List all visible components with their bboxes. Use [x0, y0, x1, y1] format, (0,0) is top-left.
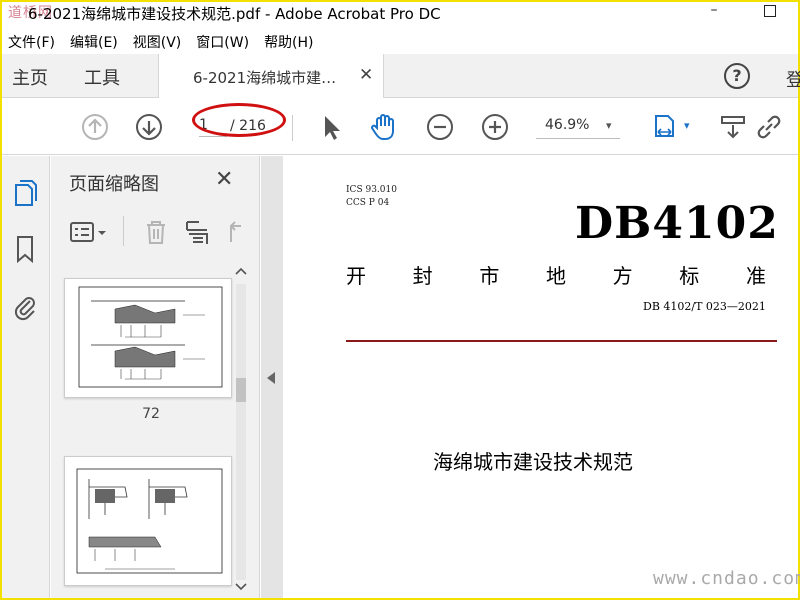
link-icon[interactable]	[754, 112, 784, 142]
document-page: ICS 93.010 CCS P 04 DB4102 开 封 市 地 方 标 准…	[283, 156, 800, 598]
hand-tool-icon[interactable]	[369, 112, 399, 142]
ccs-code: CCS P 04	[346, 198, 390, 208]
help-icon[interactable]: ?	[724, 63, 750, 89]
title-bar: 道桥网 6-2021海绵城市建设技术规范.pdf - Adobe Acrobat…	[2, 2, 798, 23]
thumbnail-page-label: 72	[142, 406, 160, 422]
left-rail	[2, 156, 50, 598]
previous-page-icon[interactable]	[80, 112, 110, 142]
menu-file[interactable]: 文件(F)	[2, 30, 64, 52]
ics-code: ICS 93.010	[346, 185, 397, 195]
extract-page-icon[interactable]	[183, 218, 211, 250]
panel-close-icon[interactable]: ✕	[215, 167, 233, 192]
tab-document-label: 6-2021海绵城市建…	[193, 69, 337, 87]
login-button[interactable]: 登	[786, 66, 800, 92]
minimize-button[interactable]: –	[692, 2, 736, 22]
maximize-icon	[764, 5, 776, 17]
thumbnail-scrollbar[interactable]	[232, 266, 252, 598]
standard-type: 开 封 市 地 方 标 准	[346, 260, 766, 289]
window-title: 6-2021海绵城市建设技术规范.pdf - Adobe Acrobat Pro…	[28, 5, 441, 23]
title-divider	[346, 340, 777, 342]
panel-collapse-handle[interactable]	[261, 156, 283, 598]
thumbnail-drawing	[76, 468, 223, 574]
scroll-mode-icon[interactable]	[718, 112, 748, 142]
standard-type-char: 方	[612, 264, 633, 288]
standard-type-char: 标	[679, 264, 700, 288]
standard-type-char: 地	[545, 264, 566, 288]
tab-bar: 主页 工具 6-2021海绵城市建… ✕ ? 登	[2, 54, 800, 98]
zoom-in-icon[interactable]	[480, 112, 510, 142]
toolbar: 1 / 216 46.9% ▾ ▾	[2, 99, 798, 155]
menu-help[interactable]: 帮助(H)	[258, 30, 322, 52]
menu-edit[interactable]: 编辑(E)	[64, 30, 127, 52]
scroll-track[interactable]	[236, 284, 246, 580]
select-arrow-icon[interactable]	[316, 112, 346, 142]
standard-type-char: 开	[346, 264, 366, 288]
site-watermark: www.cndao.com	[653, 568, 800, 589]
tab-document[interactable]: 6-2021海绵城市建… ✕	[158, 54, 384, 98]
standard-number: DB 4102/T 023—2021	[643, 300, 766, 313]
toolbar-divider	[292, 115, 293, 141]
classification-codes: ICS 93.010 CCS P 04	[346, 184, 397, 210]
rotate-page-icon[interactable]	[223, 220, 247, 250]
maximize-button[interactable]	[748, 2, 792, 22]
menu-view[interactable]: 视图(V)	[127, 30, 191, 52]
next-page-icon[interactable]	[134, 112, 164, 142]
zoom-out-icon[interactable]	[425, 112, 455, 142]
page-thumbnails-icon[interactable]	[11, 178, 39, 208]
thumbnail-options-icon[interactable]	[69, 220, 109, 250]
thumbnail-toolbar-divider	[123, 216, 124, 246]
delete-page-icon[interactable]	[143, 218, 169, 250]
standard-code: DB4102	[575, 198, 779, 249]
standard-type-char: 市	[479, 264, 500, 288]
document-title: 海绵城市建设技术规范	[433, 450, 633, 474]
scroll-thumb[interactable]	[236, 378, 246, 402]
page-number-highlight	[192, 103, 286, 137]
page-thumbnail[interactable]	[64, 456, 232, 586]
panel-title: 页面缩略图	[69, 174, 159, 195]
bookmarks-icon[interactable]	[11, 234, 39, 264]
scroll-up-icon[interactable]	[234, 266, 248, 279]
standard-type-char: 准	[745, 264, 766, 288]
thumbnail-toolbar	[51, 208, 260, 258]
menu-window[interactable]: 窗口(W)	[190, 30, 258, 52]
thumbnail-panel: 页面缩略图 ✕ 72	[51, 156, 260, 598]
thumbnail-list: 72	[51, 266, 241, 598]
tab-close-icon[interactable]: ✕	[359, 65, 373, 85]
tab-home[interactable]: 主页	[12, 64, 48, 90]
standard-type-char: 封	[412, 264, 433, 288]
tab-tools[interactable]: 工具	[84, 64, 120, 90]
scroll-down-icon[interactable]	[234, 582, 248, 595]
collapse-arrow-icon[interactable]	[267, 372, 275, 384]
thumbnail-drawing	[78, 286, 223, 388]
attachments-icon[interactable]	[11, 292, 39, 322]
page-fit-icon[interactable]	[650, 112, 680, 142]
page-fit-dropdown-icon[interactable]: ▾	[684, 119, 690, 132]
zoom-dropdown-icon[interactable]: ▾	[606, 119, 612, 132]
page-thumbnail[interactable]	[64, 278, 232, 398]
menu-bar: 文件(F) 编辑(E) 视图(V) 窗口(W) 帮助(H)	[2, 30, 798, 52]
